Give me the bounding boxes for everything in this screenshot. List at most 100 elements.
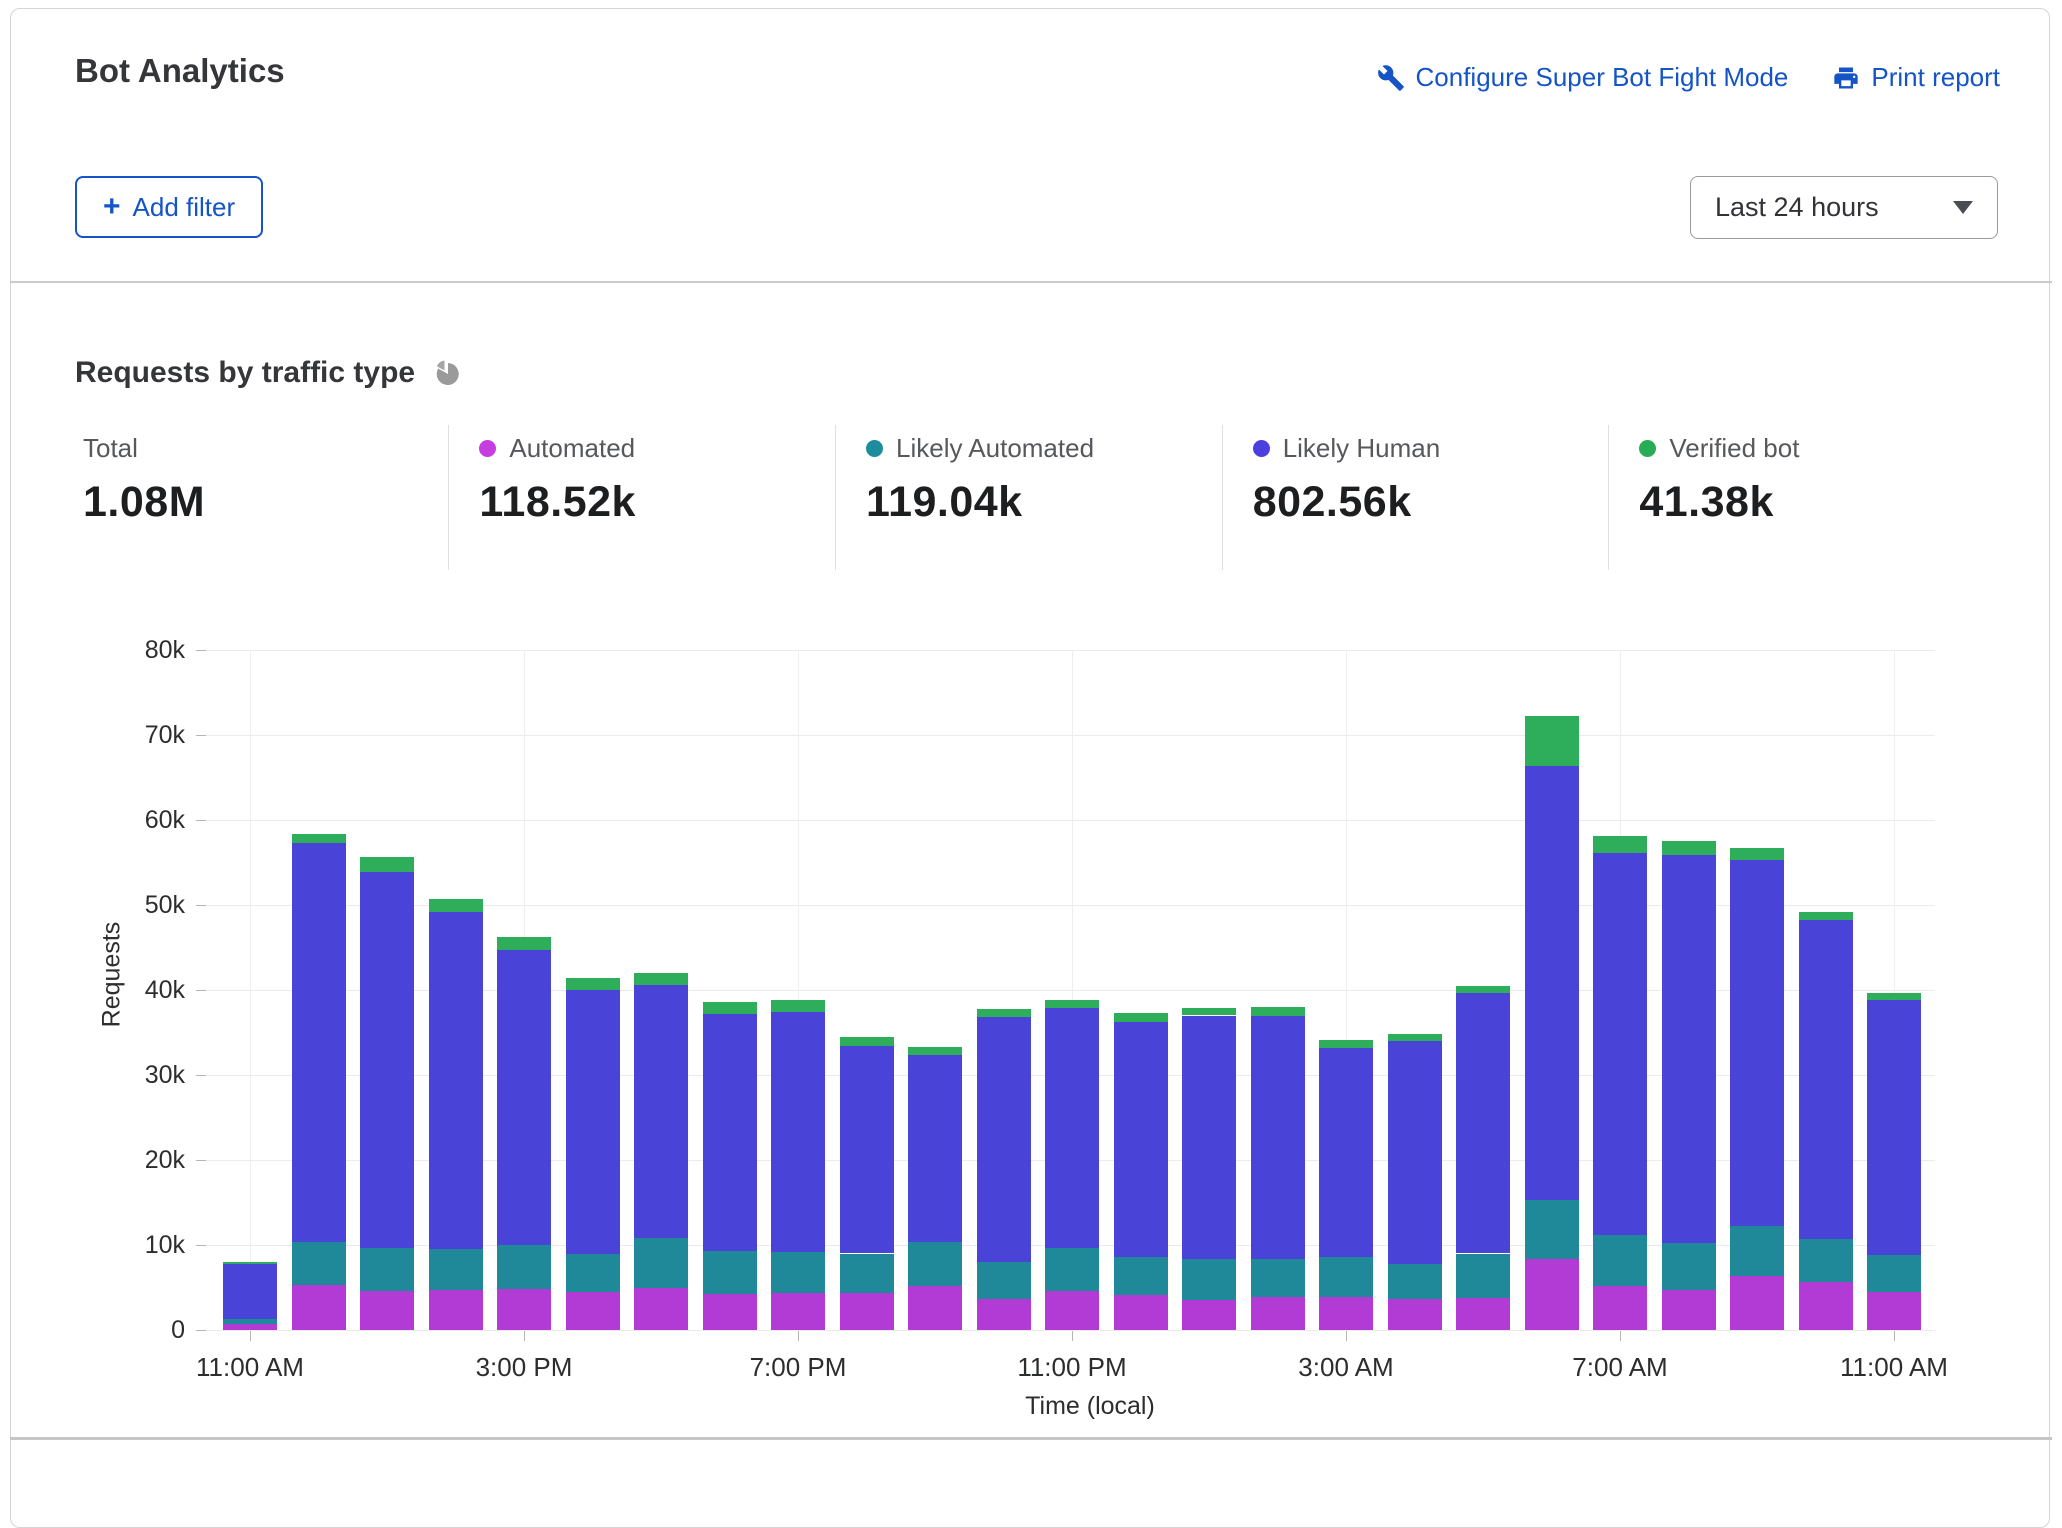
stat-verified-bot-label: Verified bot [1669, 433, 1799, 464]
bar-segment-likely-automated [1045, 1248, 1099, 1291]
stat-likely-automated[interactable]: Likely Automated 119.04k [835, 425, 1222, 570]
y-tick-label: 20k [105, 1146, 185, 1175]
bar-segment-likely-automated [429, 1249, 483, 1290]
chart-bar[interactable] [840, 650, 894, 1330]
chart-bar[interactable] [1730, 650, 1784, 1330]
bar-segment-likely-automated [1388, 1264, 1442, 1300]
bar-segment-verified-bot [908, 1047, 962, 1056]
bar-segment-likely-human [223, 1264, 277, 1319]
x-tick-label: 7:00 PM [718, 1352, 878, 1383]
print-link-label: Print report [1871, 62, 2000, 93]
add-filter-button[interactable]: + Add filter [75, 176, 263, 238]
plus-icon: + [103, 192, 121, 222]
bar-segment-likely-human [566, 990, 620, 1254]
chart-bar[interactable] [771, 650, 825, 1330]
bar-segment-likely-human [634, 985, 688, 1238]
chart-bar[interactable] [1456, 650, 1510, 1330]
chart-bar[interactable] [1593, 650, 1647, 1330]
bar-segment-likely-automated [1799, 1239, 1853, 1282]
chart-bar[interactable] [977, 650, 1031, 1330]
y-tick-label: 0 [105, 1316, 185, 1345]
bar-segment-likely-human [1319, 1048, 1373, 1257]
likely-human-legend-dot [1253, 440, 1270, 457]
bar-segment-likely-automated [360, 1248, 414, 1291]
bar-segment-automated [1867, 1292, 1921, 1330]
traffic-type-stats: Total 1.08M Automated 118.52k Likely Aut… [75, 425, 1995, 570]
stat-likely-human-value: 802.56k [1253, 478, 1609, 527]
bar-segment-likely-automated [908, 1242, 962, 1285]
chevron-down-icon [1953, 201, 1973, 214]
chart-bar[interactable] [1114, 650, 1168, 1330]
bar-segment-automated [908, 1286, 962, 1330]
bar-segment-likely-automated [223, 1319, 277, 1324]
time-range-select[interactable]: Last 24 hours [1690, 176, 1998, 239]
stat-automated-label: Automated [509, 433, 635, 464]
configure-super-bot-fight-mode-link[interactable]: Configure Super Bot Fight Mode [1377, 62, 1789, 93]
bar-segment-likely-automated [703, 1251, 757, 1294]
chart-bar[interactable] [429, 650, 483, 1330]
chart-bar[interactable] [1662, 650, 1716, 1330]
bar-segment-verified-bot [1319, 1040, 1373, 1048]
chart-bar[interactable] [1319, 650, 1373, 1330]
chart-bar[interactable] [1045, 650, 1099, 1330]
chart-bar[interactable] [908, 650, 962, 1330]
stat-verified-bot[interactable]: Verified bot 41.38k [1608, 425, 1995, 570]
bar-segment-likely-automated [566, 1254, 620, 1292]
chart-bar[interactable] [223, 650, 277, 1330]
bar-segment-verified-bot [1388, 1034, 1442, 1041]
bar-segment-verified-bot [1730, 848, 1784, 860]
bar-segment-verified-bot [1114, 1013, 1168, 1022]
bar-segment-likely-automated [1593, 1235, 1647, 1286]
bar-segment-automated [1319, 1297, 1373, 1330]
bar-segment-likely-automated [634, 1238, 688, 1288]
y-tick-label: 70k [105, 721, 185, 750]
bar-segment-likely-automated [1319, 1257, 1373, 1297]
bar-segment-automated [634, 1288, 688, 1330]
stat-likely-human[interactable]: Likely Human 802.56k [1222, 425, 1609, 570]
x-tick-label: 3:00 AM [1266, 1352, 1426, 1383]
stat-automated[interactable]: Automated 118.52k [448, 425, 835, 570]
bar-segment-verified-bot [771, 1000, 825, 1012]
chart-bar[interactable] [1251, 650, 1305, 1330]
x-axis-title: Time (local) [990, 1392, 1190, 1421]
chart-bar[interactable] [634, 650, 688, 1330]
bar-segment-likely-human [360, 872, 414, 1249]
bar-segment-automated [1662, 1290, 1716, 1330]
bar-segment-automated [1799, 1282, 1853, 1330]
bar-segment-verified-bot [1867, 993, 1921, 1000]
bar-segment-verified-bot [1662, 841, 1716, 855]
chart-bar[interactable] [1525, 650, 1579, 1330]
chart-bar[interactable] [1799, 650, 1853, 1330]
stat-total-label: Total [83, 433, 138, 464]
bar-segment-likely-automated [1456, 1254, 1510, 1298]
x-axis-tick [524, 1331, 525, 1341]
chart-bar[interactable] [1182, 650, 1236, 1330]
chart-bar[interactable] [1388, 650, 1442, 1330]
x-axis-tick [1620, 1331, 1621, 1341]
y-axis-tick [196, 735, 206, 736]
bar-segment-likely-human [429, 912, 483, 1249]
print-report-link[interactable]: Print report [1832, 62, 2000, 93]
section-heading: Requests by traffic type [75, 356, 463, 390]
bar-segment-likely-automated [1525, 1200, 1579, 1260]
bar-segment-automated [977, 1299, 1031, 1330]
chart-bar[interactable] [497, 650, 551, 1330]
bar-segment-likely-human [977, 1017, 1031, 1262]
stat-likely-automated-value: 119.04k [866, 478, 1222, 527]
chart-bar[interactable] [703, 650, 757, 1330]
chart-bar[interactable] [292, 650, 346, 1330]
chart-bar[interactable] [1867, 650, 1921, 1330]
y-tick-label: 40k [105, 976, 185, 1005]
bar-segment-likely-human [1593, 853, 1647, 1235]
y-axis-tick [196, 1330, 206, 1331]
printer-icon [1832, 64, 1860, 92]
bar-segment-automated [1456, 1298, 1510, 1330]
bar-segment-likely-human [1799, 920, 1853, 1239]
stat-likely-human-label: Likely Human [1283, 433, 1441, 464]
chart-bar[interactable] [566, 650, 620, 1330]
add-filter-label: Add filter [133, 192, 236, 223]
stat-verified-bot-value: 41.38k [1639, 478, 1995, 527]
x-axis-tick [1072, 1331, 1073, 1341]
bar-segment-likely-automated [1251, 1259, 1305, 1297]
chart-bar[interactable] [360, 650, 414, 1330]
